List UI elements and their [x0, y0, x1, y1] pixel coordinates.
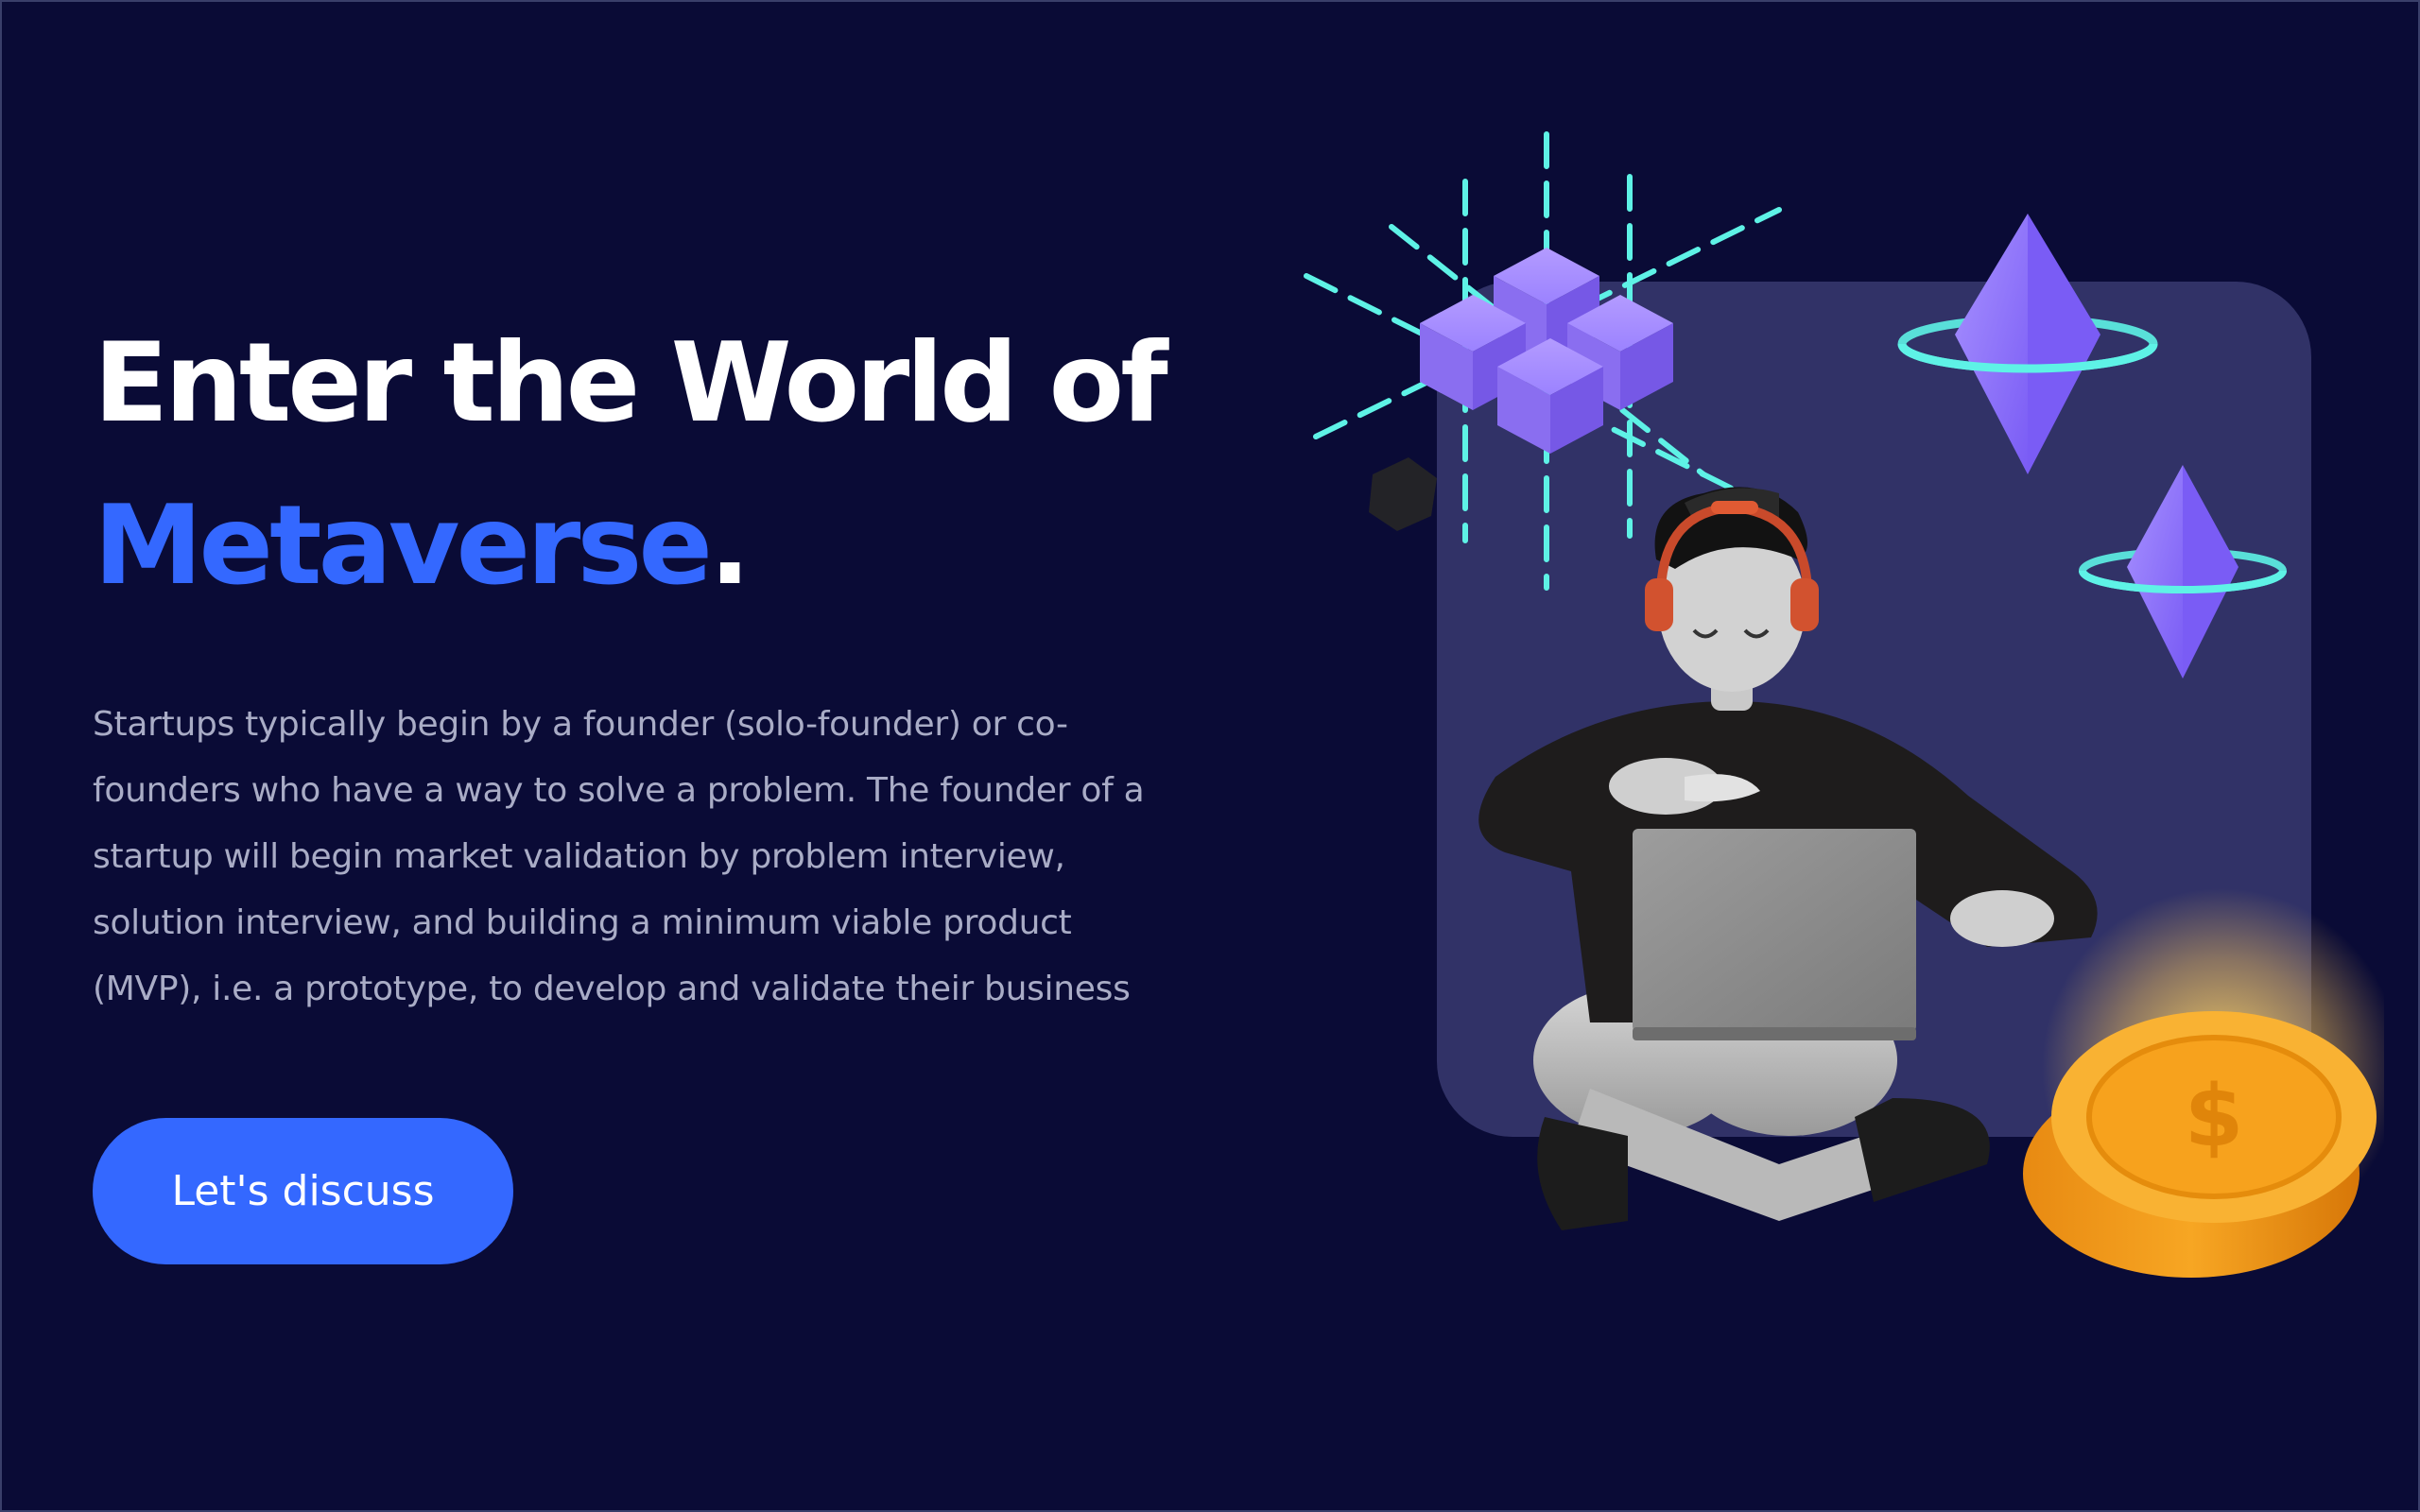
hero-description: Startups typically begin by a founder (s… — [93, 705, 1145, 1008]
svg-text:$: $ — [2185, 1067, 2244, 1166]
hero-title-accent: Metaverse — [94, 482, 713, 610]
hero-title: Enter the World of Metaverse. — [94, 302, 1168, 627]
hero-title-line1: Enter the World of — [94, 319, 1168, 447]
hero-illustration: $ — [1288, 115, 2384, 1344]
hero-title-dot: . — [709, 482, 751, 610]
laptop-icon — [1633, 829, 1916, 1040]
lets-discuss-button[interactable]: Let's discuss — [93, 1118, 513, 1264]
hero-title-line2: Metaverse. — [94, 465, 1165, 627]
